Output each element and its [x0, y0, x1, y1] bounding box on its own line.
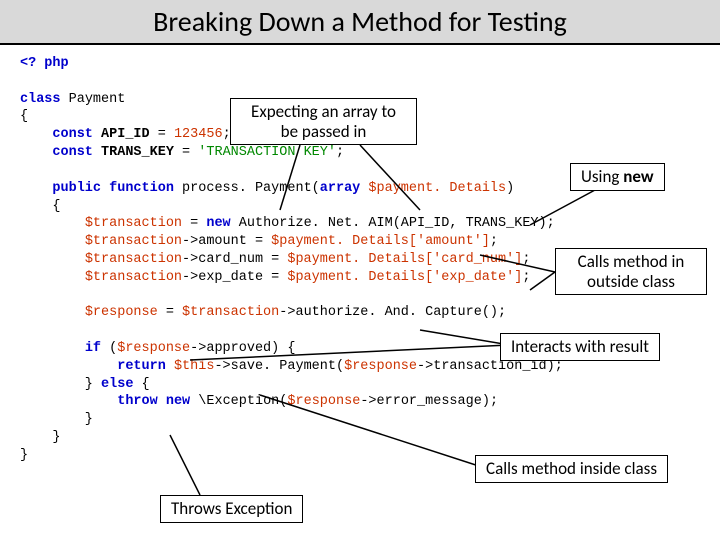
pd-amount: $payment. Details['amount']	[271, 234, 490, 249]
kw-public: public	[52, 181, 101, 196]
callout-array-l2: be passed in	[281, 121, 367, 142]
const1-val: 123456	[174, 127, 223, 142]
callout-new: Using new	[570, 163, 665, 191]
callout-array-l1: Expecting an array to	[251, 101, 396, 122]
var-resp: $response	[85, 305, 158, 320]
php-open: <? php	[20, 56, 69, 71]
prop-approved: approved	[206, 341, 271, 356]
auth-call: authorize. And. Capture	[295, 305, 481, 320]
var-resp3: $response	[344, 359, 417, 374]
save-call: save. Payment	[231, 359, 336, 374]
pd-card: $payment. Details['card_num']	[287, 252, 522, 267]
var-resp2: $response	[117, 341, 190, 356]
kw-if: if	[85, 341, 101, 356]
kw-function: function	[109, 181, 174, 196]
callout-result: Interacts with result	[500, 333, 660, 361]
param: $payment. Details	[368, 181, 506, 196]
callout-outside-l1: Calls method in	[578, 251, 685, 272]
kw-return: return	[117, 359, 166, 374]
prop-tid: transaction_id	[433, 359, 546, 374]
var-this: $this	[174, 359, 215, 374]
prop-err: error_message	[377, 394, 482, 409]
aim-args: (API_ID, TRANS_KEY)	[393, 216, 547, 231]
prop-exp: exp_date	[198, 270, 263, 285]
var-tx5: $transaction	[182, 305, 279, 320]
var-resp4: $response	[287, 394, 360, 409]
const1-name: API_ID	[101, 127, 150, 142]
var-tx1: $transaction	[85, 216, 182, 231]
const2-name: TRANS_KEY	[101, 145, 174, 160]
kw-const2: const	[52, 145, 93, 160]
method-name: process. Payment	[182, 181, 312, 196]
kw-new2: new	[166, 394, 190, 409]
callout-array: Expecting an array to be passed in	[230, 98, 417, 145]
callout-new-l1: Using	[581, 166, 623, 187]
callout-outside: Calls method in outside class	[555, 248, 707, 295]
var-tx2: $transaction	[85, 234, 182, 249]
kw-const1: const	[52, 127, 93, 142]
kw-array: array	[320, 181, 361, 196]
prop-card: card_num	[198, 252, 263, 267]
callout-outside-l2: outside class	[587, 271, 675, 292]
aim-class: Authorize. Net. AIM	[239, 216, 393, 231]
var-tx3: $transaction	[85, 252, 182, 267]
prop-amount: amount	[198, 234, 247, 249]
callout-inside: Calls method inside class	[475, 455, 668, 483]
slide-title: Breaking Down a Method for Testing	[0, 0, 720, 45]
var-tx4: $transaction	[85, 270, 182, 285]
pd-exp: $payment. Details['exp_date']	[287, 270, 522, 285]
const2-val: 'TRANSACTION KEY'	[198, 145, 336, 160]
kw-throw: throw	[117, 394, 158, 409]
kw-else: else	[101, 377, 133, 392]
kw-new: new	[206, 216, 230, 231]
callout-new-bold: new	[623, 166, 653, 187]
callout-throws: Throws Exception	[160, 495, 303, 523]
class-name: Payment	[69, 92, 126, 107]
kw-class: class	[20, 92, 61, 107]
exception: \Exception	[198, 394, 279, 409]
